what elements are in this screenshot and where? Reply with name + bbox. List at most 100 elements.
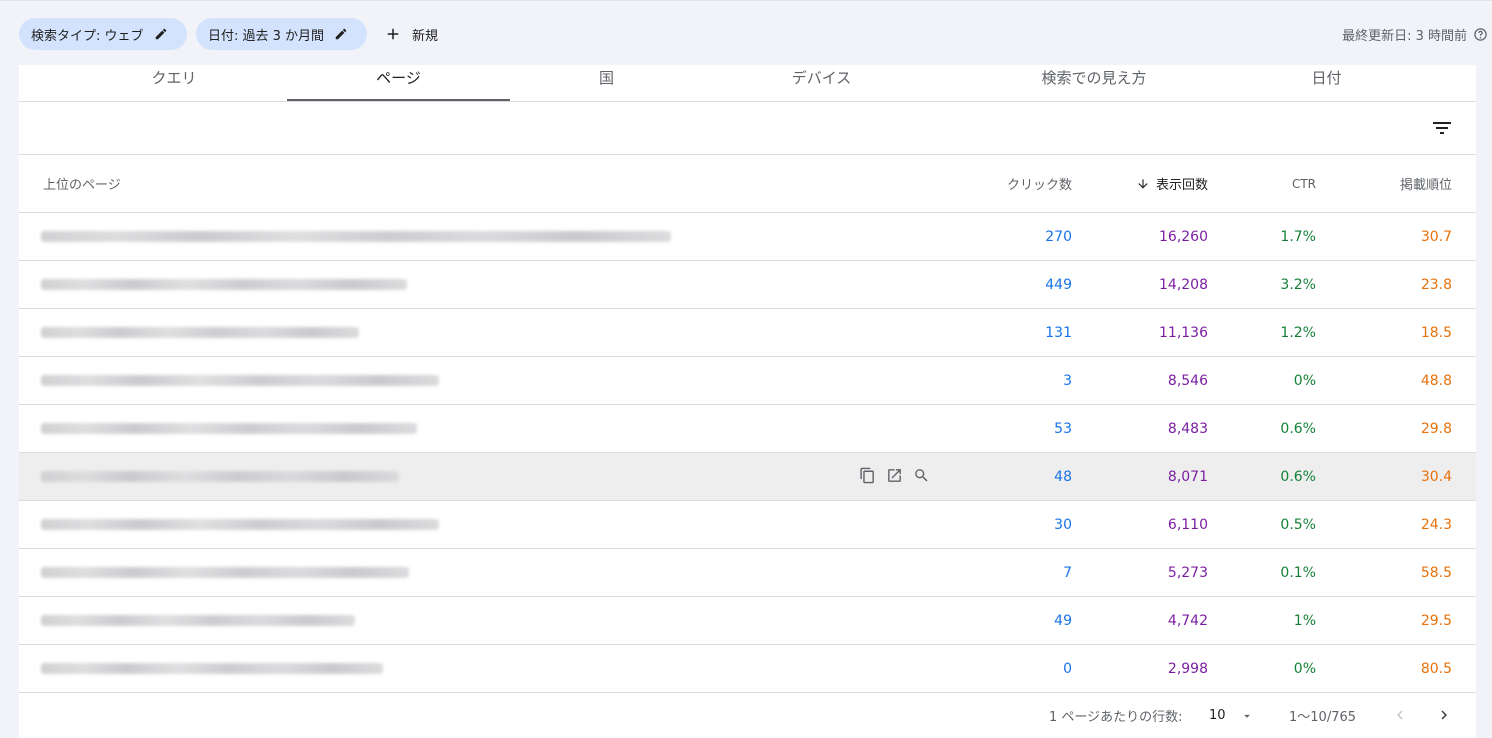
position-cell: 58.5 (1420, 564, 1452, 581)
page-url-cell[interactable] (41, 357, 439, 404)
impressions-cell: 4,742 (1167, 612, 1208, 629)
clicks-cell: 270 (1045, 228, 1072, 245)
table-row[interactable]: 449 14,208 3.2% 23.8 (19, 261, 1476, 309)
position-cell: 30.4 (1420, 468, 1452, 485)
clicks-cell: 7 (1063, 564, 1072, 581)
page-url-cell[interactable] (41, 405, 417, 452)
clicks-cell: 49 (1054, 612, 1072, 629)
position-cell: 80.5 (1420, 660, 1452, 677)
clicks-cell: 0 (1063, 660, 1072, 677)
blurred-url (41, 663, 383, 674)
arrow-down-icon (1138, 178, 1148, 189)
impressions-cell: 8,071 (1167, 468, 1208, 485)
copy-icon[interactable] (859, 467, 876, 484)
impressions-cell: 5,273 (1167, 564, 1208, 581)
impressions-cell: 11,136 (1159, 324, 1208, 341)
ctr-cell: 0% (1293, 372, 1316, 389)
new-filter-label: 新規 (412, 28, 439, 44)
impressions-cell: 8,546 (1167, 372, 1208, 389)
impressions-cell: 14,208 (1159, 276, 1208, 293)
table-row[interactable]: 131 11,136 1.2% 18.5 (19, 309, 1476, 357)
clicks-cell: 3 (1063, 372, 1072, 389)
plus-icon (387, 28, 399, 40)
ctr-cell: 0% (1293, 660, 1316, 677)
last-updated: 最終更新日: 3 時間前 (1342, 25, 1488, 44)
blurred-url (41, 279, 407, 290)
ctr-cell: 0.5% (1280, 516, 1316, 533)
filter-list-icon[interactable] (1430, 116, 1454, 140)
tab-pages[interactable]: ページ (287, 65, 510, 101)
date-chip-label: 日付: 過去 3 か月間 (208, 28, 325, 44)
page-url-cell[interactable] (41, 645, 383, 692)
tab-dates[interactable]: 日付 (1219, 65, 1434, 101)
table-row[interactable]: 0 2,998 0% 80.5 (19, 645, 1476, 693)
header-impressions[interactable]: 表示回数 (1136, 155, 1208, 212)
tab-countries[interactable]: 国 (509, 65, 704, 101)
impressions-cell: 2,998 (1167, 660, 1208, 677)
last-updated-text: 最終更新日: 3 時間前 (1342, 29, 1467, 44)
pencil-icon (335, 28, 347, 40)
table-body: 270 16,260 1.7% 30.7 449 14,208 3.2% 23.… (19, 213, 1476, 693)
clicks-cell: 131 (1045, 324, 1072, 341)
page-url-cell[interactable] (41, 213, 671, 260)
help-circle-icon[interactable] (1473, 27, 1488, 42)
chevron-left-icon[interactable] (1391, 706, 1409, 724)
table-row[interactable]: 7 5,273 0.1% 58.5 (19, 549, 1476, 597)
ctr-cell: 1.7% (1280, 228, 1316, 245)
blurred-url (41, 471, 399, 482)
dimension-tabs: クエリ ページ 国 デバイス 検索での見え方 日付 (19, 65, 1476, 102)
blurred-url (41, 615, 355, 626)
ctr-cell: 3.2% (1280, 276, 1316, 293)
page-url-cell[interactable] (41, 453, 399, 500)
position-cell: 29.8 (1420, 420, 1452, 437)
search-type-chip[interactable]: 検索タイプ: ウェブ (19, 18, 187, 50)
table-row[interactable]: 30 6,110 0.5% 24.3 (19, 501, 1476, 549)
tab-devices[interactable]: デバイス (719, 65, 924, 101)
page-url-cell[interactable] (41, 549, 409, 596)
rows-per-page-value: 10 (1209, 708, 1226, 723)
ctr-cell: 1% (1293, 612, 1316, 629)
table-row[interactable]: 49 4,742 1% 29.5 (19, 597, 1476, 645)
page-url-cell[interactable] (41, 597, 355, 644)
table-row[interactable]: 48 8,071 0.6% 30.4 (19, 453, 1476, 501)
table-row[interactable]: 270 16,260 1.7% 30.7 (19, 213, 1476, 261)
header-position[interactable]: 掲載順位 (1400, 155, 1452, 212)
active-tab-indicator (287, 99, 510, 101)
header-ctr[interactable]: CTR (1292, 155, 1316, 212)
header-top-pages[interactable]: 上位のページ (43, 155, 121, 212)
chevron-right-icon[interactable] (1435, 706, 1453, 724)
header-clicks[interactable]: クリック数 (1007, 155, 1072, 212)
table-row[interactable]: 3 8,546 0% 48.8 (19, 357, 1476, 405)
pencil-icon (155, 28, 166, 40)
blurred-url (41, 375, 439, 386)
filter-bar: 検索タイプ: ウェブ 日付: 過去 3 か月間 新規 最終更新日: 3 時間前 (0, 0, 1492, 65)
page-range: 1～10/765 (1289, 710, 1357, 725)
page-url-cell[interactable] (41, 309, 359, 356)
open-in-new-icon[interactable] (886, 467, 903, 484)
impressions-cell: 6,110 (1167, 516, 1208, 533)
header-impressions-label: 表示回数 (1155, 178, 1208, 193)
date-chip[interactable]: 日付: 過去 3 か月間 (196, 18, 367, 50)
tab-queries[interactable]: クエリ (69, 65, 279, 101)
table-header: 上位のページ クリック数 表示回数 CTR 掲載順位 (19, 155, 1476, 213)
blurred-url (41, 423, 417, 434)
tab-search-appearance[interactable]: 検索での見え方 (979, 65, 1209, 101)
clicks-cell: 30 (1054, 516, 1072, 533)
position-cell: 48.8 (1420, 372, 1452, 389)
rows-per-page-label: 1 ページあたりの行数: (1049, 710, 1183, 725)
new-filter-button[interactable]: 新規 (384, 18, 438, 50)
table-row[interactable]: 53 8,483 0.6% 29.8 (19, 405, 1476, 453)
table-toolbar (19, 102, 1476, 155)
impressions-cell: 16,260 (1159, 228, 1208, 245)
blurred-url (41, 231, 671, 242)
page-url-cell[interactable] (41, 501, 439, 548)
position-cell: 18.5 (1420, 324, 1452, 341)
blurred-url (41, 519, 439, 530)
rows-per-page-select[interactable]: 10 (1209, 693, 1254, 738)
clicks-cell: 449 (1045, 276, 1072, 293)
page-url-cell[interactable] (41, 261, 407, 308)
caret-down-icon (1243, 714, 1250, 718)
magnifier-icon[interactable] (913, 467, 930, 484)
clicks-cell: 53 (1054, 420, 1072, 437)
impressions-cell: 8,483 (1167, 420, 1208, 437)
